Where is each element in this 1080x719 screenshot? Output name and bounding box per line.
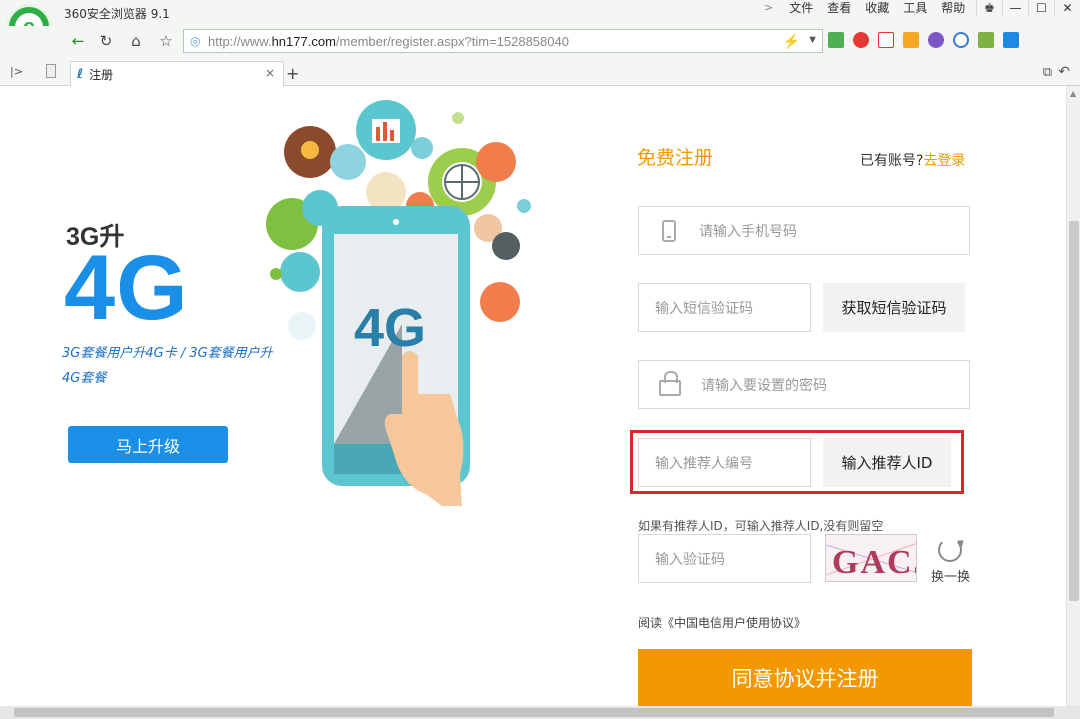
captcha-image[interactable]: GAC5 [825,534,917,582]
horizontal-scroll-thumb[interactable] [14,708,1054,717]
menu-help[interactable]: 帮助 [941,0,965,16]
login-link[interactable]: 去登录 [923,153,965,169]
captcha-placeholder: 输入验证码 [655,551,725,568]
menu-tools[interactable]: 工具 [903,0,927,16]
scroll-up-icon[interactable]: ▲ [1070,89,1076,98]
phone-placeholder: 请输入手机号码 [699,223,797,240]
refresh-captcha-label[interactable]: 换一换 [931,566,970,585]
tab-register[interactable]: ℓ 注册 × [70,61,284,86]
chevron-down-icon[interactable]: ▼ [807,34,818,46]
title-bar: 360安全浏览器 9.1 > 文件 查看 收藏 工具 帮助 ♚ — ☐ ✕ [0,0,1080,26]
hero-title-big: 4G [64,237,189,339]
lightning-icon[interactable]: ⚡ [783,33,800,50]
sms-code-placeholder: 输入短信验证码 [655,300,753,317]
referrer-id-field[interactable]: 输入推荐人编号 [638,438,811,487]
url-scheme: http://www. [208,33,272,49]
star-icon[interactable]: ☆ [154,30,178,52]
has-account-label: 已有账号? [860,153,924,169]
url-path: /member/register.aspx?tim=1528858040 [335,33,569,49]
apps-icon[interactable] [828,32,844,48]
agreement-link[interactable]: 阅读《中国电信用户使用协议》 [638,614,806,631]
vertical-scroll-thumb[interactable] [1069,221,1079,601]
reader-icon[interactable] [978,32,994,48]
url-host: hn177.com [271,33,336,49]
sidebar-toggle-icon[interactable]: |> [10,65,23,78]
tab-close-icon[interactable]: × [265,66,275,80]
captcha-text: GAC5 [832,544,917,581]
maximize-button[interactable]: ☐ [1028,0,1054,16]
skin-icon[interactable]: ♚ [976,0,1002,16]
refresh-button[interactable]: ↻ [94,30,118,52]
menu-file[interactable]: 文件 [789,0,813,16]
menu-favorites[interactable]: 收藏 [865,0,889,16]
url-input[interactable]: ◎ http://www. hn177.com/member/register.a… [183,29,823,53]
menu-view[interactable]: 查看 [827,0,851,16]
restore-tabs-icon[interactable]: ⧉ [1043,65,1052,80]
password-field[interactable]: 请输入要设置的密码 [638,360,970,409]
horizontal-scrollbar[interactable] [0,706,1080,719]
referrer-placeholder: 输入推荐人编号 [655,455,753,472]
password-placeholder: 请输入要设置的密码 [701,377,827,394]
sms-code-field[interactable]: 输入短信验证码 [638,283,811,332]
get-sms-code-button[interactable]: 获取短信验证码 [823,283,965,332]
phone-call-bubble [476,142,516,182]
home-button[interactable]: ⌂ [124,30,148,52]
app-title: 360安全浏览器 9.1 [64,7,170,21]
tab-title: 注册 [89,67,114,82]
phone-field[interactable]: 请输入手机号码 [638,206,970,255]
register-title: 免费注册 [637,147,714,169]
menu-bar: > 文件 查看 收藏 工具 帮助 [764,0,979,16]
ad-block-icon[interactable] [878,32,894,48]
phone-4g-text: 4G [354,298,426,358]
gear-bubble [492,232,520,260]
extension-icons [828,32,1028,48]
page-content: 3G升 4G 3G套餐用户升4G卡 / 3G套餐用户升4G套餐 马上升级 4G … [0,86,1066,706]
settings-icon[interactable] [928,32,944,48]
profile-icon[interactable] [1003,32,1019,48]
upgrade-button[interactable]: 马上升级 [68,426,228,463]
telecom-favicon-icon: ℓ [77,66,84,82]
new-tab-button[interactable]: + [286,64,299,83]
4g-phone-illustration: 4G [266,100,531,506]
search-icon[interactable] [953,32,969,48]
mobile-phone-icon [639,219,699,242]
shield-icon[interactable] [853,32,869,48]
chevron-right-icon[interactable]: > [764,1,773,14]
referrer-id-button[interactable]: 输入推荐人ID [823,438,951,487]
hero-description: 3G套餐用户升4G卡 / 3G套餐用户升4G套餐 [62,346,273,386]
document-icon[interactable] [46,64,56,78]
refresh-captcha-icon[interactable] [938,538,962,562]
window-controls: ♚ — ☐ ✕ [976,0,1080,16]
globe-icon: ◎ [190,34,201,48]
captcha-graphic: GAC5 [826,543,917,581]
referrer-hint: 如果有推荐人ID，可输入推荐人ID,没有则留空 [638,519,884,533]
captcha-field[interactable]: 输入验证码 [638,534,811,583]
close-button[interactable]: ✕ [1054,0,1080,16]
tab-bar: |> ℓ 注册 × + ⧉ ↶ [0,56,1080,86]
address-toolbar: ← ↻ ⌂ ☆ ◎ http://www. hn177.com/member/re… [0,26,1080,56]
screenshot-icon[interactable] [903,32,919,48]
undo-icon[interactable]: ↶ [1058,64,1070,80]
vertical-scrollbar[interactable]: ▲ [1066,86,1080,706]
back-button[interactable]: ← [66,30,90,52]
lock-icon [639,370,701,396]
has-account-text: 已有账号?去登录 [860,150,965,170]
register-submit-button[interactable]: 同意协议并注册 [638,649,972,706]
minimize-button[interactable]: — [1002,0,1028,16]
